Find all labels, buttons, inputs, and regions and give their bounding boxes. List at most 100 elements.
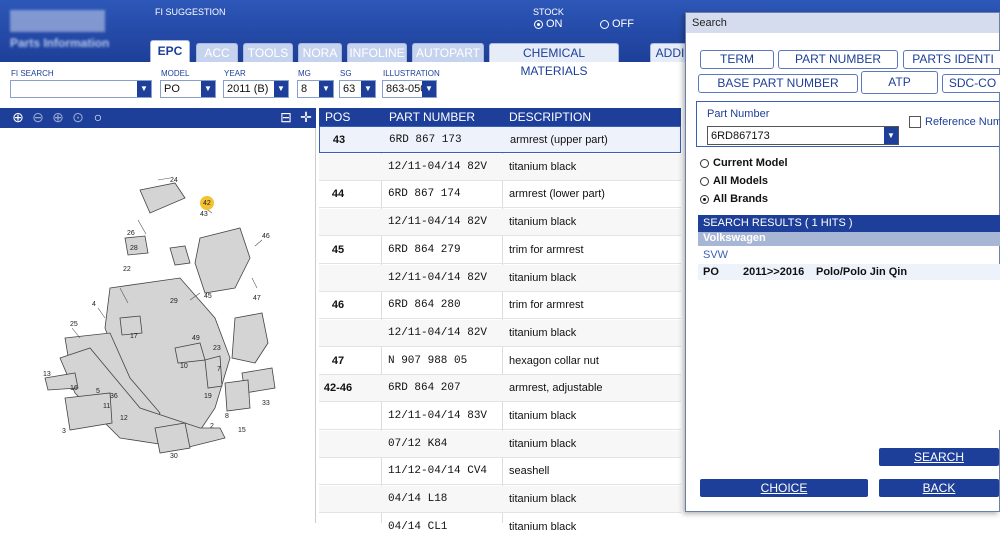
year-select[interactable]: 2011 (B) ▼ (223, 80, 289, 98)
model-select[interactable]: PO ▼ (160, 80, 216, 98)
table-row[interactable]: 11/12-04/14 CV4 seashell (319, 458, 681, 486)
tab-epc[interactable]: EPC (150, 40, 190, 62)
tab-additional[interactable]: ADDI (650, 43, 690, 62)
table-row[interactable]: 12/11-04/14 82V titanium black (319, 319, 681, 347)
back-button[interactable]: BACK (879, 479, 999, 497)
table-row[interactable]: 12/11-04/14 82V titanium black (319, 209, 681, 237)
model-label: MODEL (161, 69, 190, 78)
svg-text:13: 13 (43, 371, 51, 378)
tab-atp[interactable]: ATP (861, 71, 938, 94)
fi-search-label: FI SEARCH (11, 69, 54, 78)
tab-part-number[interactable]: PART NUMBER (778, 50, 898, 69)
row-part-number: 6RD 864 280 (388, 299, 461, 312)
row-part-number: 11/12-04/14 CV4 (388, 465, 488, 478)
col-description: DESCRIPTION (509, 110, 592, 124)
parts-diagram[interactable]: 24 42 43 26 28 22 46 45 47 29 4 17 25 5 49 10 23 7 3… (0, 128, 316, 523)
part-number-input[interactable]: 6RD867173 ▼ (707, 126, 899, 145)
radio-all-brands[interactable]: All Brands (700, 193, 768, 205)
sg-select[interactable]: 63 ▼ (339, 80, 376, 98)
fi-search-input[interactable]: ▼ (10, 80, 152, 98)
tab-infoline[interactable]: INFOLINE (347, 43, 407, 62)
illustration-select[interactable]: 863-050 ▼ (382, 80, 437, 98)
table-row[interactable]: 04/14 L18 titanium black (319, 486, 681, 514)
svg-text:45: 45 (204, 293, 212, 300)
row-description: titanium black (509, 326, 577, 339)
row-part-number: 12/11-04/14 82V (388, 326, 488, 339)
row-pos: 44 (331, 188, 345, 201)
table-row[interactable]: 07/12 K84 titanium black (319, 430, 681, 458)
svg-text:47: 47 (253, 295, 261, 302)
svg-text:43: 43 (200, 211, 208, 218)
row-part-number: 04/14 L18 (388, 493, 448, 506)
row-pos: 45 (331, 243, 345, 256)
search-icon[interactable]: ○ (90, 110, 106, 126)
mg-label: MG (298, 69, 311, 78)
table-row[interactable]: 42-46 6RD 864 207 armrest, adjustable (319, 375, 681, 403)
row-description: titanium black (509, 437, 577, 450)
stock-on-radio[interactable]: ON (534, 18, 563, 30)
table-row[interactable]: 12/11-04/14 83V titanium black (319, 403, 681, 430)
row-description: trim for armrest (509, 299, 584, 312)
tab-sdc-code[interactable]: SDC-CO (942, 74, 1000, 93)
reference-number-checkbox[interactable]: Reference Num (909, 116, 1000, 128)
tab-base-part-number[interactable]: BASE PART NUMBER (698, 74, 858, 93)
stock-off-radio[interactable]: OFF (600, 18, 634, 30)
svg-text:12: 12 (120, 415, 128, 422)
chevron-down-icon[interactable]: ▼ (201, 81, 215, 97)
row-part-number: 6RD 867 174 (388, 188, 461, 201)
table-row[interactable]: 12/11-04/14 82V titanium black (319, 264, 681, 292)
sg-label: SG (340, 69, 352, 78)
row-pos: 46 (331, 299, 345, 312)
mg-select[interactable]: 8 ▼ (297, 80, 334, 98)
svg-text:2: 2 (210, 423, 214, 430)
tab-parts-identification[interactable]: PARTS IDENTI (903, 50, 1000, 69)
table-row[interactable]: 47 N 907 988 05 hexagon collar nut (319, 348, 681, 375)
row-description: titanium black (509, 216, 577, 229)
radio-current-model[interactable]: Current Model (700, 157, 788, 169)
radio-all-models[interactable]: All Models (700, 175, 768, 187)
radio-empty-icon (700, 176, 709, 186)
illustration-label: ILLUSTRATION (383, 69, 440, 78)
zoom-area-icon[interactable]: ⊕ (50, 110, 66, 126)
row-part-number: 6RD 864 207 (388, 382, 461, 395)
table-row[interactable]: 45 6RD 864 279 trim for armrest (319, 237, 681, 264)
chevron-down-icon[interactable]: ▼ (884, 127, 898, 144)
table-row[interactable]: 44 6RD 867 174 armrest (lower part) (319, 181, 681, 209)
tab-tools[interactable]: TOOLS (243, 43, 293, 62)
zoom-fit-icon[interactable]: ⊙ (70, 110, 86, 126)
chevron-down-icon[interactable]: ▼ (274, 81, 288, 97)
col-part-number: PART NUMBER (389, 110, 476, 124)
radio-selected-icon (700, 194, 709, 204)
chevron-down-icon[interactable]: ▼ (422, 81, 436, 97)
svg-text:36: 36 (110, 393, 118, 400)
row-part-number: 12/11-04/14 82V (388, 160, 488, 173)
row-part-number: 07/12 K84 (388, 437, 448, 450)
tab-nora[interactable]: NORA (298, 43, 342, 62)
zoom-in-icon[interactable]: ⊕ (10, 110, 26, 126)
table-row[interactable]: 12/11-04/14 82V titanium black (319, 153, 681, 181)
row-part-number: 12/11-04/14 82V (388, 216, 488, 229)
move-icon[interactable]: ✛ (298, 110, 314, 126)
table-row[interactable]: 43 6RD 867 173 armrest (upper part) (319, 126, 681, 153)
row-description: seashell (509, 465, 550, 478)
tab-acc[interactable]: ACC (196, 43, 238, 62)
chevron-down-icon[interactable]: ▼ (137, 81, 151, 97)
search-button[interactable]: SEARCH (879, 448, 999, 466)
row-description: trim for armrest (509, 243, 584, 256)
chevron-down-icon[interactable]: ▼ (319, 81, 333, 97)
tab-chemical-materials[interactable]: CHEMICAL MATERIALS (489, 43, 619, 78)
zoom-out-icon[interactable]: ⊖ (30, 110, 46, 126)
table-row[interactable]: 46 6RD 864 280 trim for armrest (319, 292, 681, 320)
layout-icon[interactable]: ⊟ (278, 110, 294, 126)
result-years: 2011>>2016 (743, 266, 805, 278)
tab-term[interactable]: TERM (700, 50, 774, 69)
search-result-row[interactable]: PO 2011>>2016 Polo/Polo Jin Qin (698, 264, 1000, 280)
row-pos: 42-46 (323, 382, 353, 395)
svg-text:26: 26 (127, 230, 135, 237)
chevron-down-icon[interactable]: ▼ (361, 81, 375, 97)
svg-text:28: 28 (130, 245, 138, 252)
tab-autopart[interactable]: AUTOPART (412, 43, 484, 62)
row-part-number: 6RD 864 279 (388, 243, 461, 256)
table-row[interactable]: 04/14 CL1 titanium black (319, 514, 681, 535)
choice-button[interactable]: CHOICE (700, 479, 868, 497)
